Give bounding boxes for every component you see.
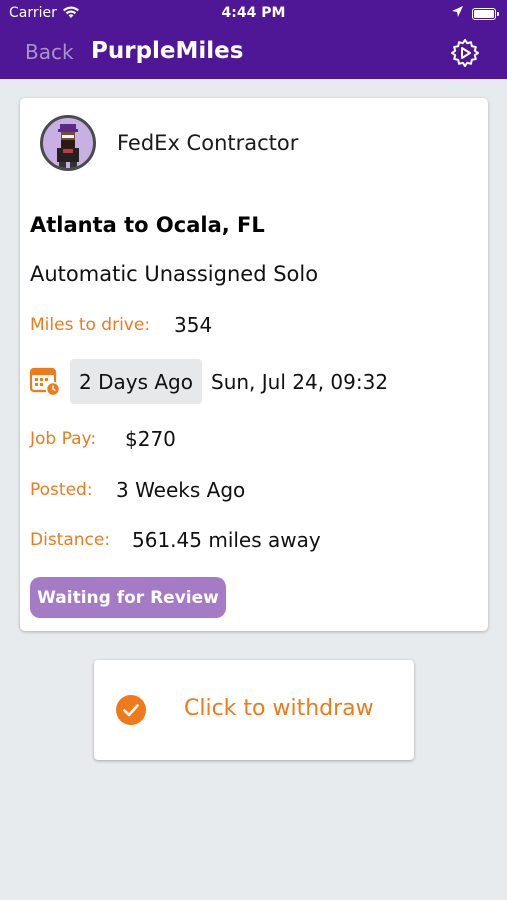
distance-label: Distance:: [30, 530, 111, 550]
calendar-clock-icon: [30, 367, 60, 396]
withdraw-label: Click to withdraw: [184, 696, 374, 721]
battery-icon: [472, 8, 499, 20]
miles-label: Miles to drive:: [30, 315, 151, 335]
top-bar: Carrier 4:44 PM Back PurpleMiles: [0, 0, 507, 79]
pay-value: $270: [125, 427, 176, 451]
status-bar: Carrier 4:44 PM: [0, 0, 507, 28]
absolute-date: Sun, Jul 24, 09:32: [211, 370, 389, 394]
company-name: FedEx Contractor: [117, 131, 299, 155]
withdraw-button[interactable]: Click to withdraw: [94, 660, 414, 760]
relative-date-chip: 2 Days Ago: [70, 359, 202, 404]
driver-avatar-icon: [57, 124, 79, 168]
distance-value: 561.45 miles away: [132, 528, 321, 552]
posted-value: 3 Weeks Ago: [116, 478, 246, 502]
check-circle-icon: [116, 695, 146, 725]
clock: 4:44 PM: [221, 5, 286, 21]
location-arrow-icon: [452, 6, 463, 17]
miles-value: 354: [174, 313, 213, 337]
back-button[interactable]: Back: [25, 40, 74, 64]
job-type: Automatic Unassigned Solo: [30, 262, 319, 286]
job-card: FedEx Contractor Atlanta to Ocala, FL Au…: [20, 98, 488, 631]
driver-avatar: [40, 115, 96, 171]
posted-label: Posted:: [30, 480, 93, 500]
settings-gear-icon[interactable]: [449, 37, 481, 69]
status-badge: Waiting for Review: [30, 577, 226, 618]
pay-label: Job Pay:: [30, 429, 97, 449]
page-title: PurpleMiles: [91, 38, 244, 64]
job-route: Atlanta to Ocala, FL: [30, 213, 265, 237]
